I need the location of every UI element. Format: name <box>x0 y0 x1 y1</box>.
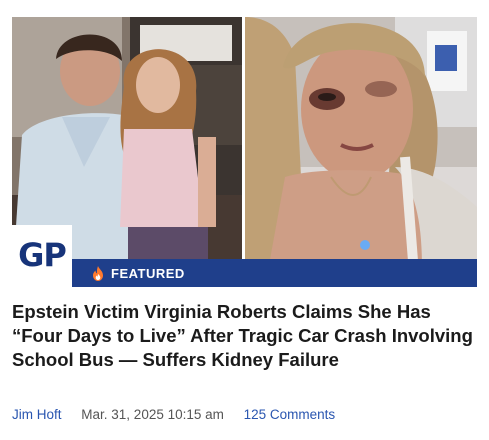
photo-right-art <box>245 17 477 287</box>
gp-badge-text: GP <box>18 236 67 274</box>
publish-date: Mar. 31, 2025 10:15 am <box>81 407 224 422</box>
article-card: GP FEATURED Epstein Victim Virginia Robe… <box>0 0 489 440</box>
article-hero-image[interactable]: GP FEATURED <box>12 17 477 287</box>
article-meta: Jim Hoft Mar. 31, 2025 10:15 am 125 Comm… <box>12 406 477 424</box>
photo-right <box>245 17 477 287</box>
author-link[interactable]: Jim Hoft <box>12 407 62 422</box>
featured-label: FEATURED <box>111 265 185 281</box>
featured-bar: FEATURED <box>72 259 477 287</box>
comments-link[interactable]: 125 Comments <box>244 407 336 422</box>
article-headline[interactable]: Epstein Victim Virginia Roberts Claims S… <box>12 300 477 372</box>
flame-icon <box>92 265 104 281</box>
gp-badge: GP <box>12 225 72 287</box>
